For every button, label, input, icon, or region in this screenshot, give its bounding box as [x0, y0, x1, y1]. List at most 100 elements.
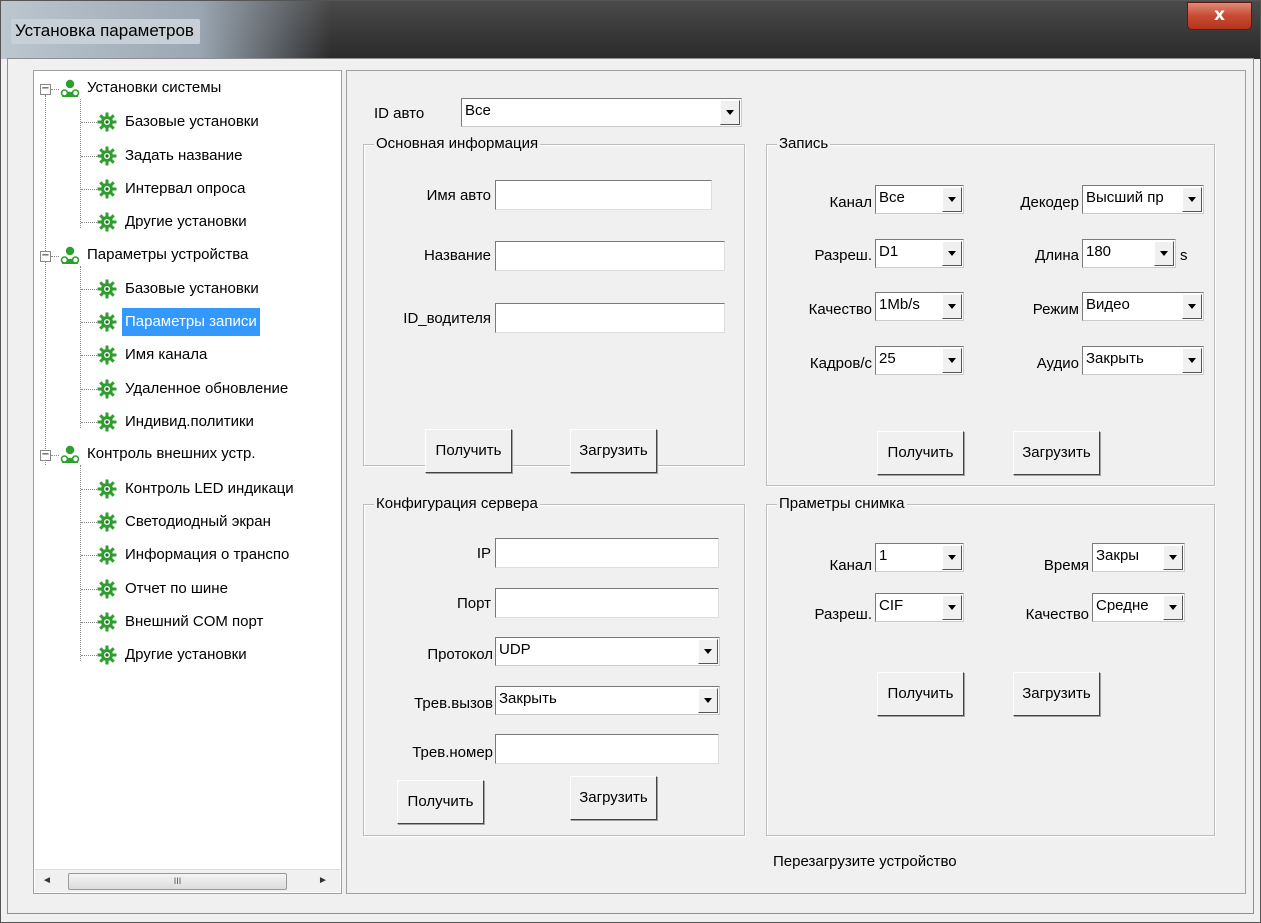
- tree-item-label[interactable]: Базовые установки: [122, 108, 262, 136]
- vehicle-id-select[interactable]: Все: [461, 98, 742, 127]
- chevron-down-icon[interactable]: [1182, 187, 1202, 212]
- tree-group-label[interactable]: Установки системы: [84, 79, 224, 96]
- tree-item-label[interactable]: Внешний COM порт: [122, 608, 266, 636]
- tree-item-label[interactable]: Индивид.политики: [122, 408, 257, 436]
- gear-icon: [97, 312, 117, 332]
- snapshot-resolution-select[interactable]: CIF: [875, 593, 964, 622]
- chevron-down-icon[interactable]: [1163, 595, 1183, 620]
- scroll-left-arrow[interactable]: ◄: [37, 870, 57, 892]
- mode-select[interactable]: Видео: [1082, 292, 1204, 321]
- tree-group-label[interactable]: Контроль внешних устр.: [84, 445, 259, 462]
- record-resolution-select[interactable]: D1: [875, 239, 964, 268]
- tree-connector: [80, 265, 81, 428]
- record-channel-select[interactable]: Все: [875, 185, 964, 214]
- tree-item-label[interactable]: Удаленное обновление: [122, 375, 291, 403]
- audio-select[interactable]: Закрыть: [1082, 346, 1204, 375]
- decoder-select[interactable]: Высший пр: [1082, 185, 1204, 214]
- alarm-call-select[interactable]: Закрыть: [495, 686, 720, 715]
- tree-expander-icon[interactable]: −: [40, 250, 51, 262]
- chevron-down-icon[interactable]: [942, 241, 962, 266]
- tree-connector: [80, 465, 81, 662]
- snapshot-channel-value: 1: [879, 547, 888, 564]
- driver-id-label: ID_водителя: [403, 310, 491, 327]
- chevron-down-icon[interactable]: [942, 595, 962, 620]
- basic-info-upload-button[interactable]: Загрузить: [570, 429, 657, 473]
- length-value: 180: [1086, 243, 1112, 260]
- scroll-thumb[interactable]: III: [68, 873, 287, 890]
- tree-connector: [81, 655, 97, 657]
- tree-item-label[interactable]: Интервал опроса: [122, 175, 249, 203]
- chevron-down-icon[interactable]: [942, 187, 962, 212]
- server-get-button[interactable]: Получить: [397, 780, 484, 824]
- tree-expander-icon[interactable]: −: [40, 84, 51, 95]
- scroll-right-arrow[interactable]: ►: [313, 870, 333, 892]
- tree-connector: [81, 621, 97, 623]
- chevron-down-icon[interactable]: [1154, 241, 1174, 266]
- driver-id-input[interactable]: [495, 303, 725, 333]
- gear-icon: [97, 345, 117, 365]
- tree-expander-icon[interactable]: −: [40, 450, 51, 462]
- tree-item-label[interactable]: Другие установки: [122, 641, 250, 669]
- chevron-down-icon[interactable]: [698, 639, 718, 664]
- tree-item-label[interactable]: Отчет по шине: [122, 575, 231, 603]
- snapshot-channel-select[interactable]: 1: [875, 543, 964, 572]
- chevron-down-icon[interactable]: [942, 545, 962, 570]
- tree-horizontal-scrollbar[interactable]: ◄ III ►: [35, 869, 340, 892]
- snapshot-resolution-label: Разреш.: [814, 606, 872, 623]
- tree-item-label[interactable]: Базовые установки: [122, 275, 262, 303]
- port-input[interactable]: [495, 588, 719, 618]
- snapshot-quality-select[interactable]: Средне: [1092, 593, 1185, 622]
- snapshot-upload-button[interactable]: Загрузить: [1013, 672, 1100, 716]
- protocol-select[interactable]: UDP: [495, 637, 720, 666]
- tree-item-label[interactable]: Параметры записи: [122, 308, 260, 337]
- tree-connector: [81, 222, 97, 224]
- tree-item-label[interactable]: Светодиодный экран: [122, 508, 274, 536]
- settings-tree[interactable]: ◄ III ► − Установки системы Базовые устано…: [33, 70, 342, 894]
- chevron-down-icon[interactable]: [942, 348, 962, 373]
- decoder-value: Высший пр: [1086, 189, 1164, 206]
- record-resolution-value: D1: [879, 243, 899, 260]
- title-input[interactable]: [495, 241, 725, 271]
- record-channel-value: Все: [879, 189, 905, 206]
- port-label: Порт: [456, 595, 491, 612]
- tree-item-label[interactable]: Задать название: [122, 142, 246, 170]
- tree-connector: [81, 422, 97, 423]
- tree-item-label[interactable]: Контроль LED индикаци: [122, 475, 297, 503]
- tree-item-label[interactable]: Информация о транспо: [122, 541, 292, 569]
- length-select[interactable]: 180: [1082, 239, 1176, 268]
- gear-icon: [97, 212, 117, 232]
- fps-select[interactable]: 25: [875, 346, 964, 375]
- chevron-down-icon[interactable]: [698, 688, 718, 713]
- chevron-down-icon[interactable]: [942, 294, 962, 319]
- mode-value: Видео: [1086, 296, 1130, 313]
- chevron-down-icon[interactable]: [720, 100, 740, 125]
- record-upload-button[interactable]: Загрузить: [1013, 431, 1100, 475]
- tree-connector: [51, 455, 59, 457]
- audio-label: Аудио: [1036, 355, 1079, 372]
- alarm-number-input[interactable]: [495, 734, 719, 764]
- mode-label: Режим: [1032, 301, 1079, 318]
- record-get-button[interactable]: Получить: [877, 431, 964, 475]
- gear-icon: [97, 279, 117, 299]
- chevron-down-icon[interactable]: [1182, 348, 1202, 373]
- basic-info-get-button[interactable]: Получить: [425, 429, 512, 473]
- snapshot-get-button[interactable]: Получить: [877, 672, 964, 716]
- gear-icon: [97, 379, 117, 399]
- tree-item-label[interactable]: Имя канала: [122, 341, 210, 369]
- chevron-down-icon[interactable]: [1182, 294, 1202, 319]
- reboot-notice: Перезагрузите устройство: [773, 853, 957, 870]
- vehicle-name-input[interactable]: [495, 180, 712, 210]
- gear-icon: [97, 579, 117, 599]
- ip-input[interactable]: [495, 538, 719, 568]
- tree-connector: [81, 188, 97, 190]
- title-bar[interactable]: Установка параметров x: [1, 1, 1260, 59]
- tree-connector: [81, 122, 97, 124]
- record-quality-select[interactable]: 1Mb/s: [875, 292, 964, 321]
- time-select[interactable]: Закры: [1092, 543, 1185, 572]
- close-button[interactable]: x: [1187, 2, 1252, 30]
- gear-icon: [97, 412, 117, 432]
- tree-item-label[interactable]: Другие установки: [122, 208, 250, 236]
- chevron-down-icon[interactable]: [1163, 545, 1183, 570]
- server-upload-button[interactable]: Загрузить: [570, 776, 657, 820]
- tree-group-label[interactable]: Параметры устройства: [84, 246, 251, 263]
